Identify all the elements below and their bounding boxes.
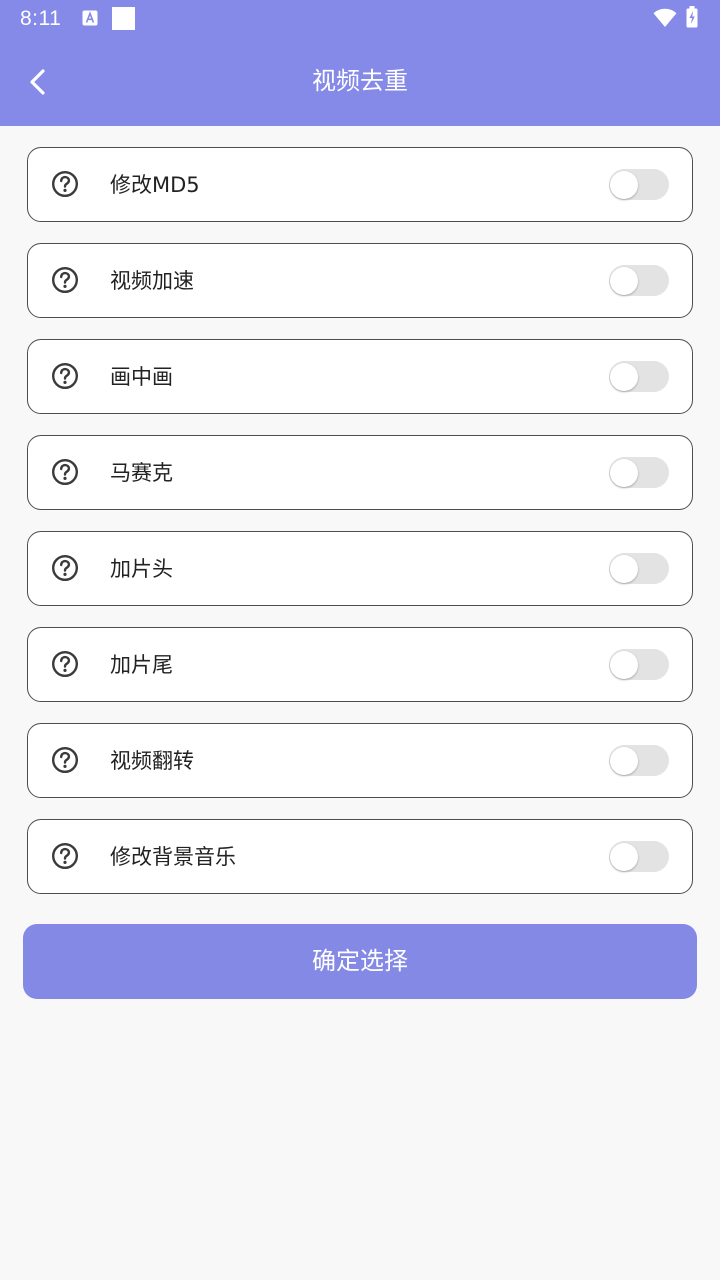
status-bar: 8:11 — [0, 0, 720, 38]
toggle-knob — [610, 362, 638, 391]
option-label: 加片尾 — [110, 653, 173, 677]
option-card: 修改背景音乐 — [27, 819, 693, 894]
option-toggle[interactable] — [609, 169, 669, 200]
option-label: 马赛克 — [110, 461, 173, 485]
option-card: 视频加速 — [27, 243, 693, 318]
toggle-knob — [610, 266, 638, 295]
option-toggle[interactable] — [609, 265, 669, 296]
chevron-left-icon — [30, 69, 45, 95]
toggle-knob — [610, 746, 638, 775]
option-label: 加片头 — [110, 557, 173, 581]
wifi-icon — [653, 8, 677, 28]
option-toggle[interactable] — [609, 649, 669, 680]
toggle-knob — [610, 842, 638, 871]
help-circle-icon[interactable] — [51, 554, 79, 582]
confirm-button[interactable]: 确定选择 — [23, 924, 697, 999]
notification-square-icon — [112, 7, 135, 30]
toggle-knob — [610, 170, 638, 199]
help-circle-icon[interactable] — [51, 458, 79, 486]
option-label: 画中画 — [110, 365, 173, 389]
option-toggle[interactable] — [609, 745, 669, 776]
toggle-knob — [610, 458, 638, 487]
help-circle-icon[interactable] — [51, 266, 79, 294]
option-card: 画中画 — [27, 339, 693, 414]
help-circle-icon[interactable] — [51, 170, 79, 198]
text-a-notification-icon — [82, 10, 98, 26]
option-label: 视频加速 — [110, 269, 194, 293]
page-title: 视频去重 — [312, 67, 408, 95]
option-toggle[interactable] — [609, 841, 669, 872]
option-card: 修改MD5 — [27, 147, 693, 222]
option-card: 加片尾 — [27, 627, 693, 702]
option-card: 视频翻转 — [27, 723, 693, 798]
app-bar: 视频去重 — [0, 38, 720, 126]
toggle-knob — [610, 554, 638, 583]
help-circle-icon[interactable] — [51, 842, 79, 870]
option-toggle[interactable] — [609, 457, 669, 488]
help-circle-icon[interactable] — [51, 746, 79, 774]
option-label: 视频翻转 — [110, 749, 194, 773]
help-circle-icon[interactable] — [51, 650, 79, 678]
option-toggle[interactable] — [609, 361, 669, 392]
status-time: 8:11 — [20, 7, 62, 30]
help-circle-icon[interactable] — [51, 362, 79, 390]
battery-charging-icon — [686, 6, 698, 28]
options-list: 修改MD5 视频加速画中画马赛克加片头加片尾视频翻转修改背景音乐 — [27, 147, 693, 915]
toggle-knob — [610, 650, 638, 679]
option-card: 加片头 — [27, 531, 693, 606]
option-label: 修改背景音乐 — [110, 845, 236, 869]
option-toggle[interactable] — [609, 553, 669, 584]
option-label: 修改MD5 — [110, 173, 200, 197]
back-button[interactable] — [14, 58, 62, 106]
option-card: 马赛克 — [27, 435, 693, 510]
